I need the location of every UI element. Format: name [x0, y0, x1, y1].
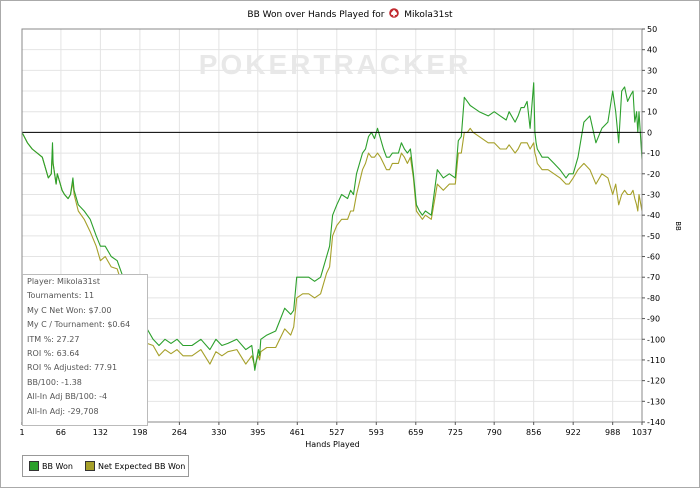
stat-line: All-In Adj BB/100: -4 [27, 392, 108, 402]
x-tick-label: 395 [250, 428, 265, 437]
legend-swatch-net-expected [85, 461, 95, 471]
pokertracker-watermark: POKERTRACKER [199, 49, 471, 80]
x-tick-label: 988 [605, 428, 620, 437]
y-tick-label: -100 [647, 335, 665, 344]
y-tick-label: -120 [647, 377, 665, 386]
y-tick-label: -130 [647, 397, 665, 406]
stat-line: ROI %: 63.64 [27, 348, 80, 358]
y-tick-label: -50 [647, 232, 660, 241]
y-tick-label: -90 [647, 315, 660, 324]
legend-swatch-bb-won [29, 461, 39, 471]
pokertracker-spade-icon [389, 8, 400, 18]
legend-label-net-expected: Net Expected BB Won [98, 461, 186, 471]
stat-line: ITM %: 27.27 [27, 334, 80, 344]
stat-line: My C / Tournament: $0.64 [27, 320, 131, 330]
stats-panel: Player: Mikola31st Tournaments: 11 My C Ne… [22, 274, 148, 426]
stat-line: Tournaments: 11 [27, 291, 95, 301]
x-tick-label: 659 [408, 428, 423, 437]
y-tick-label: 40 [647, 46, 657, 55]
x-axis-title: Hands Played [305, 440, 360, 449]
x-tick-label: 593 [369, 428, 384, 437]
y-tick-label: -10 [647, 149, 660, 158]
x-tick-label: 856 [526, 428, 541, 437]
legend-label-bb-won: BB Won [42, 461, 73, 471]
x-tick-label: 527 [329, 428, 344, 437]
y-tick-label: -110 [647, 356, 665, 365]
x-tick-label: 132 [93, 428, 108, 437]
y-axis-title: BB [674, 221, 682, 231]
legend-item-bb-won[interactable]: BB Won [29, 461, 73, 471]
y-tick-label: -140 [647, 418, 665, 427]
y-tick-label: -20 [647, 170, 660, 179]
y-tick-label: -30 [647, 190, 660, 199]
stat-line: ROI % Adjusted: 77.91 [27, 363, 118, 373]
legend-item-net-expected[interactable]: Net Expected BB Won [85, 461, 185, 471]
y-tick-label: -40 [647, 211, 660, 220]
stat-line: BB/100: -1.38 [27, 377, 82, 387]
stat-line: All-In Adj: -29,708 [27, 406, 99, 416]
x-tick-label: 1037 [632, 428, 652, 437]
chart-legend: BB Won Net Expected BB Won [22, 455, 189, 477]
y-tick-label: -60 [647, 253, 660, 262]
x-tick-label: 1 [19, 428, 24, 437]
chart-title-prefix: BB Won over Hands Played for [247, 10, 385, 20]
y-axis-ticks: 50 40 30 20 10 0 -10 -20 -30 -40 -50 -60 -70 -80 -90 -1… [642, 25, 665, 427]
y-tick-label: 0 [647, 128, 652, 137]
x-tick-label: 66 [56, 428, 66, 437]
y-tick-label: 10 [647, 108, 657, 117]
y-tick-label: -70 [647, 273, 660, 282]
x-tick-label: 725 [448, 428, 463, 437]
x-tick-label: 198 [132, 428, 147, 437]
x-tick-label: 790 [487, 428, 502, 437]
chart-title: BB Won over Hands Played for Mikola31st [0, 8, 700, 20]
stat-line: Player: Mikola31st [27, 277, 100, 286]
y-tick-label: 20 [647, 87, 657, 96]
x-tick-label: 264 [172, 428, 187, 437]
y-tick-label: 30 [647, 66, 657, 75]
chart-title-player: Mikola31st [404, 10, 453, 20]
y-tick-label: 50 [647, 25, 657, 34]
x-tick-label: 330 [211, 428, 226, 437]
stat-line: My C Net Won: $7.00 [27, 305, 112, 315]
y-tick-label: -80 [647, 294, 660, 303]
x-tick-label: 922 [566, 428, 581, 437]
x-tick-label: 461 [290, 428, 305, 437]
